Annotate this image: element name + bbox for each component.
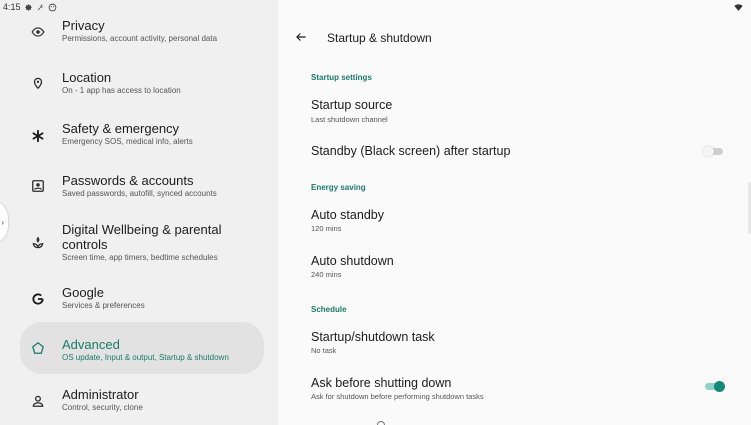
sidebar-item-label: Google [62,285,104,300]
page-title: Startup & shutdown [327,31,432,45]
sidebar-item-label: Administrator [62,387,139,402]
sidebar-item-label: Advanced [62,337,120,352]
status-time: 4:15 [3,2,21,12]
sidebar-item-label: Passwords & accounts [62,173,194,188]
pref-subtitle: Ask for shutdown before performing shutd… [311,392,484,401]
pref-subtitle: Last shutdown channel [311,115,388,124]
sidebar-item-label: Location [62,70,112,85]
back-arrow-icon[interactable] [294,30,308,44]
side-edge-handle[interactable]: › [0,200,8,244]
pref-subtitle: 240 mins [311,270,342,279]
detail-pane: Startup & shutdown Startup settings Star… [278,0,751,425]
asterisk-icon [30,128,46,144]
person-icon [30,393,46,409]
sidebar-item-label-line2: controls [62,237,108,252]
settings-sidebar: 4:15 Privacy Permissions, account activi… [0,0,278,425]
sidebar-item-google[interactable]: Google Services & preferences [20,282,264,318]
sidebar-item-subtitle: Screen time, app timers, bedtime schedul… [62,253,218,262]
gear-icon [24,4,32,10]
standby-after-startup-toggle[interactable] [703,145,725,157]
sidebar-item-subtitle: Saved passwords, autofill, synced accoun… [62,189,217,198]
sidebar-item-subtitle: On - 1 app has access to location [62,86,181,95]
scroll-indicator [377,421,385,425]
sidebar-item-subtitle: Emergency SOS, medical info, alerts [62,137,193,146]
pref-title: Startup source [311,98,393,112]
sidebar-item-label: Privacy [62,18,105,33]
section-header-schedule: Schedule [311,305,347,314]
chevron-right-icon: › [1,217,4,227]
wellbeing-icon [30,235,46,251]
sidebar-item-subtitle: Services & preferences [62,301,145,310]
pref-title: Auto shutdown [311,254,394,268]
sidebar-item-safety-emergency[interactable]: Safety & emergency Emergency SOS, medica… [20,118,264,154]
sidebar-item-label: Safety & emergency [62,121,180,136]
sidebar-item-subtitle: Permissions, account activity, personal … [62,34,218,43]
pref-subtitle: No task [311,346,337,355]
sidebar-item-passwords-accounts[interactable]: Passwords & accounts Saved passwords, au… [20,170,264,206]
sidebar-item-administrator[interactable]: Administrator Control, security, clone [20,384,264,420]
status-bar: 4:15 [3,2,57,12]
sidebar-item-digital-wellbeing[interactable]: Digital Wellbeing & parental controls Sc… [20,220,264,268]
pref-title: Startup/shutdown task [311,330,435,344]
location-pin-icon [30,75,46,91]
google-icon [30,291,46,307]
pref-title: Standby (Black screen) after startup [311,144,511,158]
sidebar-item-subtitle: OS update, Input & output, Startup & shu… [62,353,229,362]
section-header-energy-saving: Energy saving [311,183,366,192]
sidebar-item-privacy[interactable]: Privacy Permissions, account activity, p… [20,16,264,52]
face-icon [48,3,56,11]
sidebar-item-advanced[interactable]: Advanced OS update, Input & output, Star… [20,322,264,374]
pref-subtitle: 120 mins [311,224,342,233]
ask-before-shutdown-toggle[interactable] [703,380,725,392]
section-header-startup: Startup settings [311,73,372,82]
advanced-icon [30,340,46,356]
privacy-icon [30,24,46,40]
wrench-icon [37,3,44,10]
account-box-icon [30,178,46,194]
wifi-icon [734,3,743,12]
pref-title: Auto standby [311,208,384,222]
pref-title: Ask before shutting down [311,376,452,390]
sidebar-item-location[interactable]: Location On - 1 app has access to locati… [20,67,264,103]
sidebar-item-label: Digital Wellbeing & parental [62,222,222,237]
sidebar-item-subtitle: Control, security, clone [62,403,143,412]
